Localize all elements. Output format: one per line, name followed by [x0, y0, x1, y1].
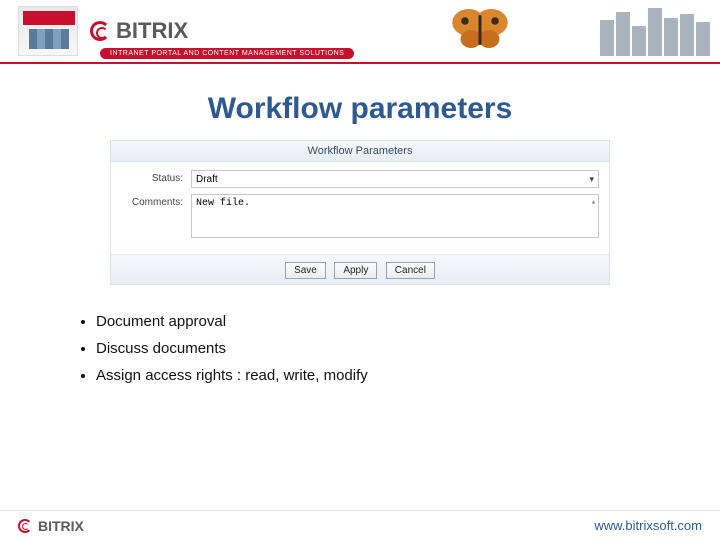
footer-url: www.bitrixsoft.com: [594, 518, 702, 533]
footer-logo: BITRIX: [18, 518, 84, 534]
logo: BITRIX: [90, 18, 188, 44]
footer-logo-text: BITRIX: [38, 518, 84, 534]
chevron-down-icon: ▾: [589, 174, 594, 185]
list-item: Document approval: [96, 313, 720, 330]
workflow-panel: Workflow Parameters Status: Draft ▾ Comm…: [110, 140, 610, 285]
comments-row: Comments: New file. ▴: [121, 194, 599, 238]
comments-label: Comments:: [121, 194, 191, 208]
list-item: Assign access rights : read, write, modi…: [96, 367, 720, 384]
status-select[interactable]: Draft ▾: [191, 170, 599, 188]
page-title: Workflow parameters: [0, 92, 720, 126]
status-row: Status: Draft ▾: [121, 170, 599, 188]
product-box-icon: [18, 6, 78, 56]
header: BITRIX INTRANET PORTAL AND CONTENT MANAG…: [0, 0, 720, 64]
butterfly-icon: [440, 0, 520, 65]
scroll-up-icon: ▴: [591, 197, 596, 207]
footer: BITRIX www.bitrixsoft.com: [0, 510, 720, 540]
apply-button[interactable]: Apply: [334, 262, 377, 279]
tagline: INTRANET PORTAL AND CONTENT MANAGEMENT S…: [100, 48, 354, 59]
logo-swirl-icon: [18, 519, 32, 533]
bullet-list: Document approval Discuss documents Assi…: [78, 313, 720, 384]
comments-textarea[interactable]: New file. ▴: [191, 194, 599, 238]
panel-header: Workflow Parameters: [110, 140, 610, 162]
skyline-icon: [600, 8, 710, 56]
status-label: Status:: [121, 170, 191, 184]
logo-text: BITRIX: [116, 18, 188, 44]
comments-value: New file.: [196, 198, 250, 209]
panel-footer: Save Apply Cancel: [110, 255, 610, 285]
logo-swirl-icon: [90, 21, 110, 41]
panel-body: Status: Draft ▾ Comments: New file. ▴: [110, 162, 610, 255]
list-item: Discuss documents: [96, 340, 720, 357]
status-value: Draft: [196, 174, 218, 185]
save-button[interactable]: Save: [285, 262, 326, 279]
cancel-button[interactable]: Cancel: [386, 262, 435, 279]
